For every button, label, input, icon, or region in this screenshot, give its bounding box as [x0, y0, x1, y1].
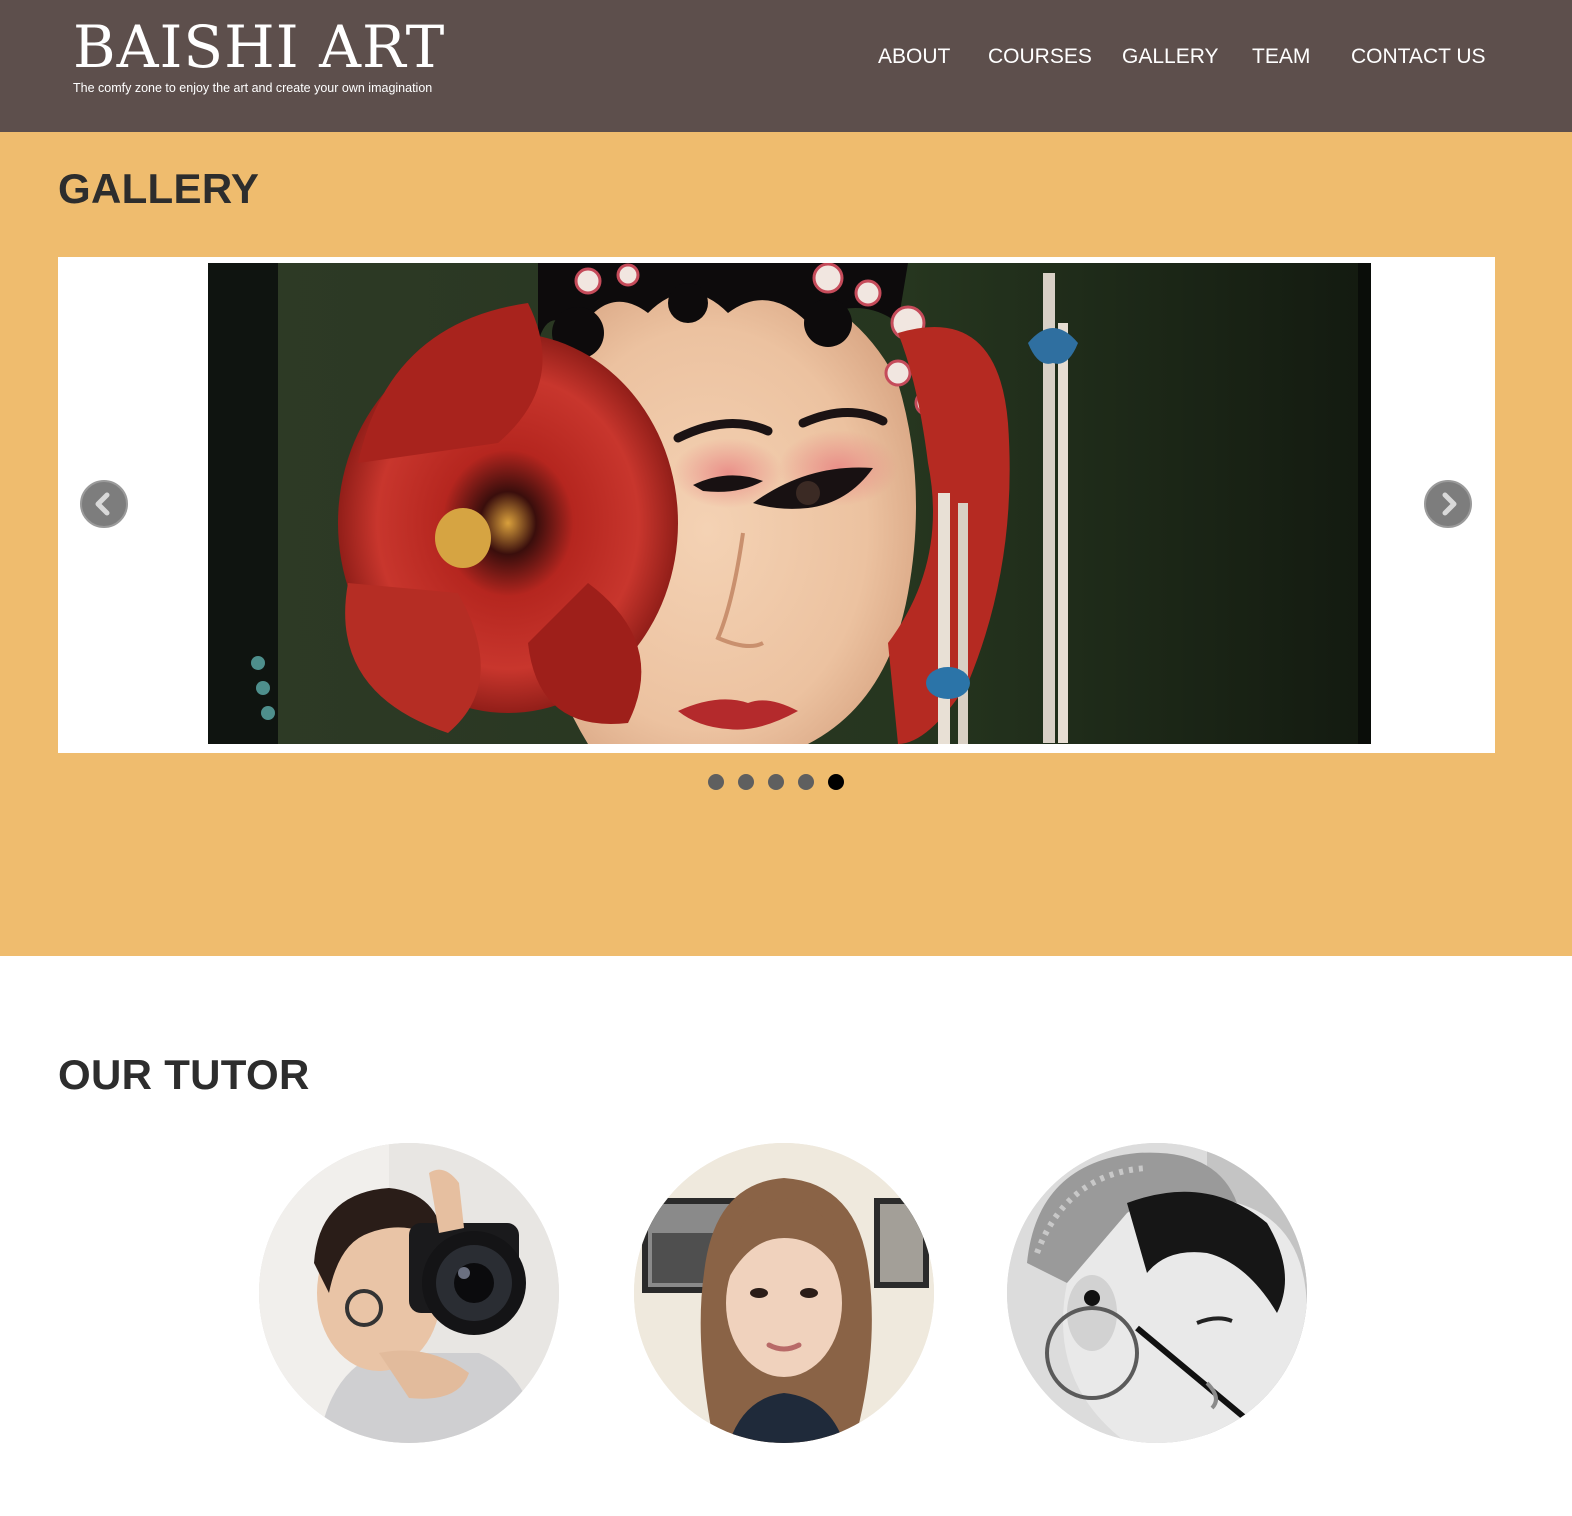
- nav-link-about[interactable]: ABOUT: [878, 42, 950, 72]
- main-nav: ABOUT COURSES GALLERY TEAM CONTACT US: [0, 42, 1572, 72]
- brand-tagline: The comfy zone to enjoy the art and crea…: [73, 81, 433, 95]
- tutor-photo-2[interactable]: [634, 1143, 934, 1443]
- slider-dot-5-active[interactable]: [828, 774, 844, 790]
- nav-link-team[interactable]: TEAM: [1252, 42, 1310, 72]
- slider-dot-2[interactable]: [738, 774, 754, 790]
- gallery-section: GALLERY: [0, 132, 1572, 956]
- slider-pagination: [0, 774, 1572, 790]
- chevron-left-icon: [95, 492, 110, 516]
- slider-next-button[interactable]: [1424, 480, 1472, 528]
- slider-dot-3[interactable]: [768, 774, 784, 790]
- slider-dot-4[interactable]: [798, 774, 814, 790]
- nav-link-gallery[interactable]: GALLERY: [1122, 42, 1219, 72]
- site-header: BAISHI ART The comfy zone to enjoy the a…: [0, 0, 1572, 132]
- nav-link-contact-us[interactable]: CONTACT US: [1351, 42, 1486, 72]
- slide-image-opera-painting: [208, 263, 1371, 744]
- chevron-right-icon: [1442, 492, 1457, 516]
- gallery-slider: [58, 257, 1495, 753]
- tutor-photo-3[interactable]: [1007, 1143, 1307, 1443]
- gallery-heading: GALLERY: [58, 165, 260, 212]
- slider-prev-button[interactable]: [80, 480, 128, 528]
- slider-dot-1[interactable]: [708, 774, 724, 790]
- nav-link-courses[interactable]: COURSES: [988, 42, 1092, 72]
- tutor-photo-1[interactable]: [259, 1143, 559, 1443]
- tutor-heading: OUR TUTOR: [58, 1051, 310, 1098]
